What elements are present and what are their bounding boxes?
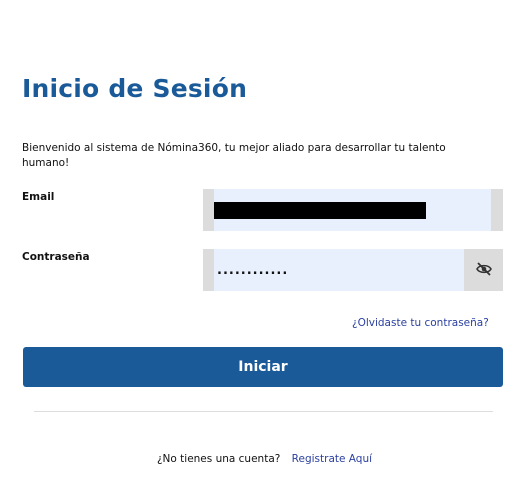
signup-question: ¿No tienes una cuenta? bbox=[156, 453, 281, 465]
email-field-wrapper bbox=[203, 189, 503, 231]
redacted-email-value bbox=[214, 202, 426, 219]
signup-row: ¿No tienes una cuenta? Registrate Aquí bbox=[0, 453, 529, 465]
page-title: Inicio de Sesión bbox=[22, 74, 248, 103]
login-button[interactable]: Iniciar bbox=[23, 347, 503, 387]
password-field[interactable] bbox=[214, 249, 464, 291]
divider bbox=[34, 411, 493, 412]
email-label: Email bbox=[22, 191, 55, 203]
password-label: Contraseña bbox=[22, 251, 90, 263]
forgot-password-link[interactable]: ¿Olvidaste tu contraseña? bbox=[352, 317, 489, 329]
toggle-password-button[interactable] bbox=[464, 249, 503, 291]
register-link[interactable]: Registrate Aquí bbox=[292, 453, 372, 465]
eye-slash-icon bbox=[475, 261, 492, 280]
password-field-wrapper bbox=[203, 249, 503, 291]
welcome-text: Bienvenido al sistema de Nómina360, tu m… bbox=[22, 142, 446, 169]
